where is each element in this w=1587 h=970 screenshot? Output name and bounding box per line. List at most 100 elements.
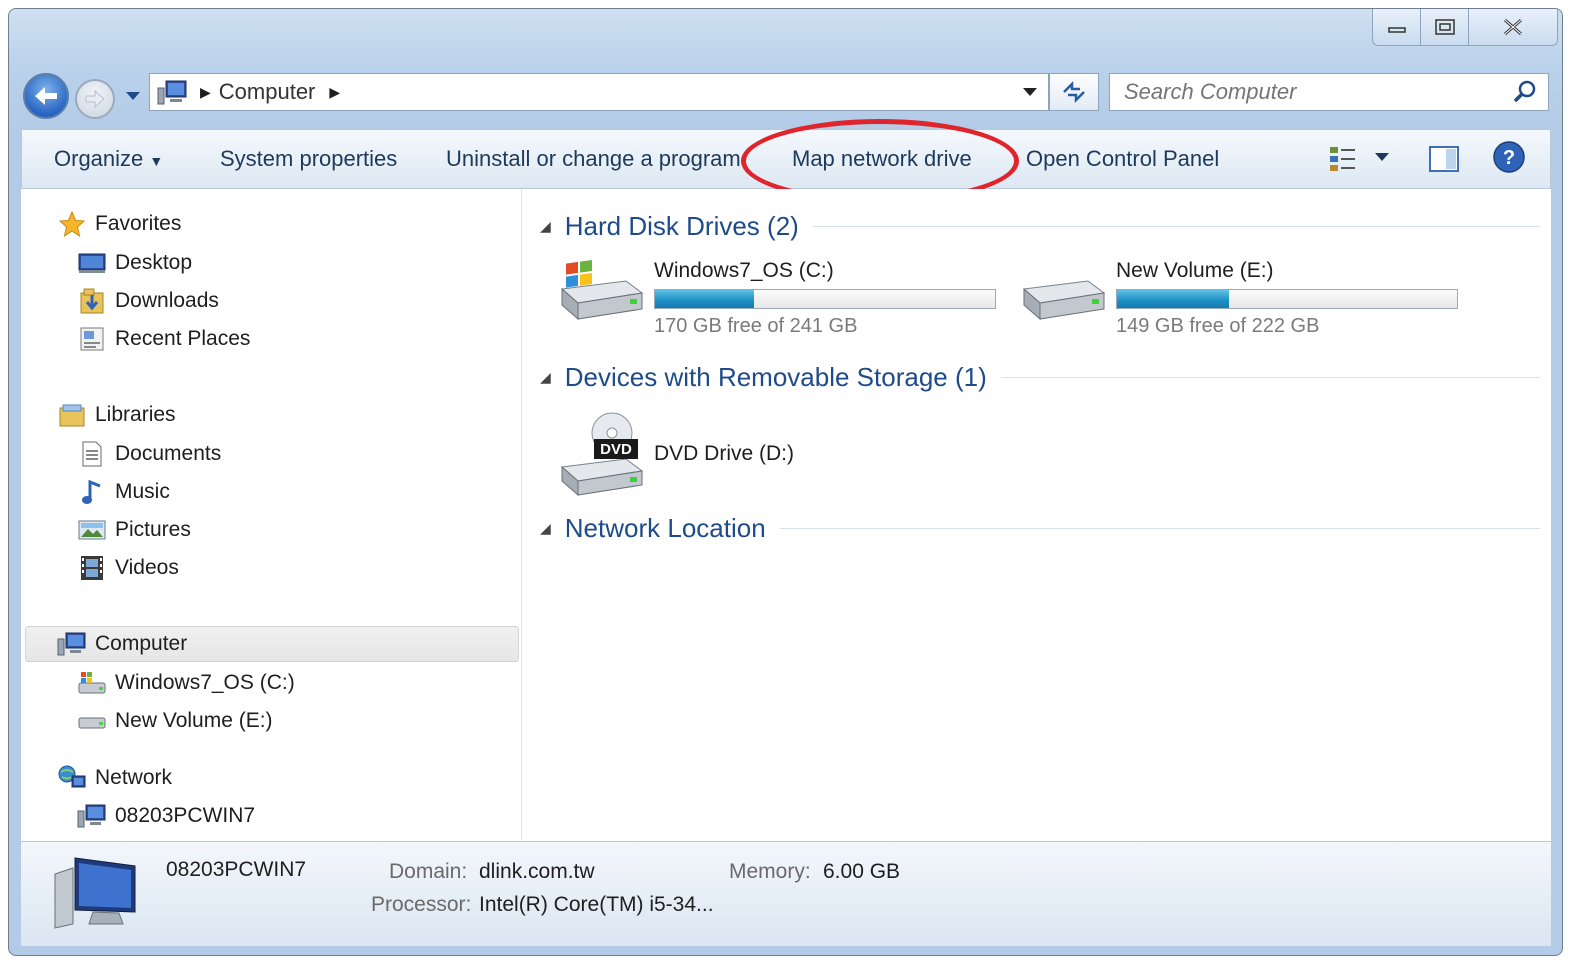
drive-c-name: Windows7_OS (C:): [654, 259, 834, 282]
details-memory-label: Memory:: [729, 860, 811, 883]
group-divider: [812, 226, 1540, 227]
drive-e-tile[interactable]: New Volume (E:) 149 GB free of 222 GB: [1018, 259, 1458, 338]
group-title: Hard Disk Drives (2): [564, 211, 799, 241]
organize-menu[interactable]: Organize ▼: [54, 146, 163, 172]
uninstall-program-button[interactable]: Uninstall or change a program: [446, 146, 741, 172]
search-icon[interactable]: [1512, 79, 1538, 105]
organize-label: Organize: [54, 146, 144, 171]
music-icon: [82, 479, 101, 504]
drive-c-tile[interactable]: Windows7_OS (C:) 170 GB free of 241 GB: [556, 259, 996, 338]
nav-documents-label: Documents: [115, 442, 222, 465]
nav-desktop[interactable]: Desktop: [77, 248, 192, 278]
nav-computer-label: Computer: [95, 632, 188, 655]
refresh-button[interactable]: [1049, 73, 1099, 111]
breadcrumb-arrow-icon[interactable]: ▶: [329, 84, 340, 101]
drive-icon: [78, 672, 106, 694]
recent-places-icon: [80, 327, 104, 351]
drive-icon: [1022, 280, 1106, 321]
nav-libraries-label: Libraries: [95, 403, 176, 426]
nav-network[interactable]: Network: [57, 763, 172, 793]
nav-network-pc-label: 08203PCWIN7: [115, 804, 256, 827]
change-view-icon[interactable]: [1328, 144, 1360, 174]
address-bar[interactable]: ▶ Computer ▶: [149, 73, 1049, 111]
maximize-icon: [1434, 19, 1455, 35]
preview-pane-icon[interactable]: [1428, 144, 1460, 174]
nav-network-pc[interactable]: 08203PCWIN7: [77, 801, 255, 831]
explorer-window: ▶ Computer ▶ Organize ▼ System propertie…: [8, 8, 1563, 956]
details-pane: 08203PCWIN7 Domain: dlink.com.tw Memory:…: [21, 841, 1551, 946]
nav-drive-c[interactable]: Windows7_OS (C:): [77, 668, 295, 698]
drive-e-free-space: 149 GB free of 222 GB: [1116, 315, 1320, 337]
drive-e-name: New Volume (E:): [1116, 259, 1274, 282]
nav-downloads[interactable]: Downloads: [77, 286, 219, 316]
collapse-triangle-icon[interactable]: ◢: [540, 520, 551, 537]
drive-c-usage-fill: [655, 290, 754, 308]
nav-favorites[interactable]: Favorites: [57, 209, 181, 239]
content-pane: ◢ Hard Disk Drives (2) Windows7_OS (C:) …: [522, 189, 1551, 841]
minimize-icon: [1387, 27, 1406, 33]
details-domain-label: Domain:: [389, 860, 468, 883]
nav-music[interactable]: Music: [77, 477, 170, 507]
address-dropdown-icon[interactable]: [1022, 87, 1038, 97]
group-title: Network Location: [564, 513, 766, 543]
nav-documents[interactable]: Documents: [77, 439, 221, 469]
nav-recent-places[interactable]: Recent Places: [77, 324, 250, 354]
library-icon: [59, 404, 85, 427]
computer-icon: [77, 804, 106, 828]
refresh-icon: [1063, 80, 1085, 104]
nav-favorites-label: Favorites: [95, 212, 182, 235]
breadcrumb-computer[interactable]: Computer: [219, 79, 316, 105]
forward-button[interactable]: [75, 79, 115, 119]
close-icon: [1504, 18, 1522, 36]
back-arrow-icon: [35, 87, 57, 105]
svg-text:?: ?: [1503, 147, 1515, 169]
nav-drive-e[interactable]: New Volume (E:): [77, 706, 273, 736]
dvd-badge: DVD: [600, 441, 632, 458]
star-icon: [58, 210, 86, 238]
open-control-panel-button[interactable]: Open Control Panel: [1026, 146, 1219, 172]
collapse-triangle-icon[interactable]: ◢: [540, 218, 551, 235]
videos-icon: [81, 556, 103, 580]
computer-large-icon: [54, 857, 136, 929]
nav-videos-label: Videos: [115, 556, 179, 579]
forward-arrow-icon: [85, 89, 105, 109]
help-icon[interactable]: ?: [1492, 140, 1526, 174]
group-removable-storage[interactable]: ◢ Devices with Removable Storage (1): [540, 362, 1540, 393]
dvd-drive-tile[interactable]: DVD DVD Drive (D:): [556, 409, 794, 499]
view-dropdown-icon[interactable]: [1374, 152, 1390, 162]
system-properties-button[interactable]: System properties: [220, 146, 397, 172]
maximize-button[interactable]: [1421, 9, 1469, 45]
drive-icon: [560, 259, 644, 321]
nav-pictures-label: Pictures: [115, 518, 191, 541]
nav-pictures[interactable]: Pictures: [77, 515, 191, 545]
chevron-down-icon: ▼: [149, 153, 164, 169]
nav-computer[interactable]: Computer: [57, 629, 187, 659]
computer-icon: [57, 632, 86, 656]
caption-buttons: [1372, 9, 1558, 46]
network-icon: [58, 765, 86, 788]
nav-videos[interactable]: Videos: [77, 553, 179, 583]
nav-libraries[interactable]: Libraries: [57, 400, 176, 430]
drive-e-usage-fill: [1117, 290, 1230, 308]
computer-icon: [157, 80, 187, 105]
collapse-triangle-icon[interactable]: ◢: [540, 369, 551, 386]
dvd-drive-icon: DVD: [560, 412, 644, 497]
details-processor-value: Intel(R) Core(TM) i5-34...: [479, 893, 714, 916]
drive-icon: [78, 717, 106, 729]
group-network-location[interactable]: ◢ Network Location: [540, 513, 1540, 544]
desktop-icon: [78, 253, 106, 273]
group-hard-disk-drives[interactable]: ◢ Hard Disk Drives (2): [540, 211, 1540, 242]
back-button[interactable]: [23, 73, 69, 119]
nav-network-label: Network: [95, 766, 173, 789]
minimize-button[interactable]: [1373, 9, 1421, 45]
nav-drive-c-label: Windows7_OS (C:): [115, 671, 295, 694]
pictures-icon: [78, 520, 106, 540]
search-input[interactable]: [1122, 78, 1506, 106]
drive-e-usage-bar: [1116, 289, 1458, 309]
close-button[interactable]: [1469, 9, 1557, 45]
breadcrumb-arrow-icon[interactable]: ▶: [200, 84, 211, 101]
details-computer-name: 08203PCWIN7: [166, 858, 307, 881]
search-box[interactable]: [1109, 73, 1549, 111]
nav-drive-e-label: New Volume (E:): [115, 709, 273, 732]
recent-pages-dropdown[interactable]: [125, 91, 141, 101]
